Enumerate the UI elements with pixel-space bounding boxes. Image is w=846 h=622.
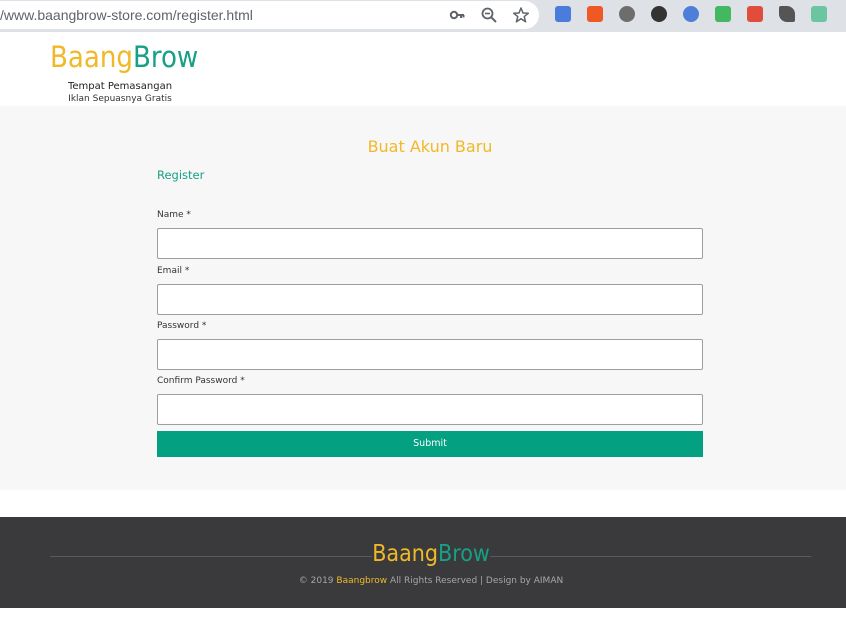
percent-icon[interactable]	[587, 6, 603, 22]
copyright-prefix: © 2019	[298, 576, 334, 586]
password-label: Password *	[157, 321, 207, 331]
tagline-secondary: Iklan Sepuasnya Gratis	[68, 94, 172, 104]
name-field[interactable]	[157, 228, 703, 259]
copyright-suffix: All Rights Reserved | Design by AIMAN	[390, 576, 564, 586]
bookmark-star-icon[interactable]	[512, 6, 530, 24]
password-field[interactable]	[157, 339, 703, 370]
rocket-icon[interactable]	[779, 6, 795, 22]
zoom-out-icon[interactable]	[480, 6, 498, 24]
footer-logo-part-1: Baang	[372, 541, 439, 567]
site-logo[interactable]: BaangBrow	[50, 40, 198, 74]
puzzle-icon[interactable]	[811, 6, 827, 22]
sync-icon[interactable]	[683, 6, 699, 22]
confirm-password-label: Confirm Password *	[157, 376, 245, 386]
register-section: Buat Akun Baru Register Name * Email * P…	[0, 106, 846, 490]
translate-icon[interactable]	[555, 6, 571, 22]
key-icon[interactable]	[448, 6, 466, 24]
footer-logo-part-2: Brow	[438, 541, 490, 567]
dark-circle-icon[interactable]	[651, 6, 667, 22]
footer-logo[interactable]: BaangBrow	[0, 541, 846, 567]
submit-button[interactable]: Submit	[157, 431, 703, 457]
confirm-password-field[interactable]	[157, 394, 703, 425]
form-subtitle: Register	[157, 168, 205, 182]
shield-check-icon[interactable]	[715, 6, 731, 22]
tagline-primary: Tempat Pemasangan	[67, 81, 173, 92]
site-header: BaangBrow Tempat Pemasangan Iklan Sepuas…	[0, 32, 846, 106]
email-label: Email *	[157, 266, 190, 276]
copyright-brand-link[interactable]: Baangbrow	[336, 576, 387, 586]
bars-icon[interactable]	[747, 6, 763, 22]
copyright-text: © 2019 Baangbrow All Rights Reserved | D…	[0, 576, 846, 586]
name-label: Name *	[157, 210, 191, 220]
page-title: Buat Akun Baru	[367, 137, 493, 156]
email-field[interactable]	[157, 284, 703, 315]
logo-part-2: Brow	[132, 40, 199, 74]
browser-toolbar: /www.baangbrow-store.com/register.html	[0, 0, 846, 32]
logo-part-1: Baang	[50, 40, 133, 74]
site-footer: BaangBrow © 2019 Baangbrow All Rights Re…	[0, 517, 846, 608]
url-text[interactable]: /www.baangbrow-store.com/register.html	[0, 7, 253, 23]
address-bar[interactable]: /www.baangbrow-store.com/register.html	[0, 1, 539, 29]
settings-gear-icon[interactable]	[619, 6, 635, 22]
